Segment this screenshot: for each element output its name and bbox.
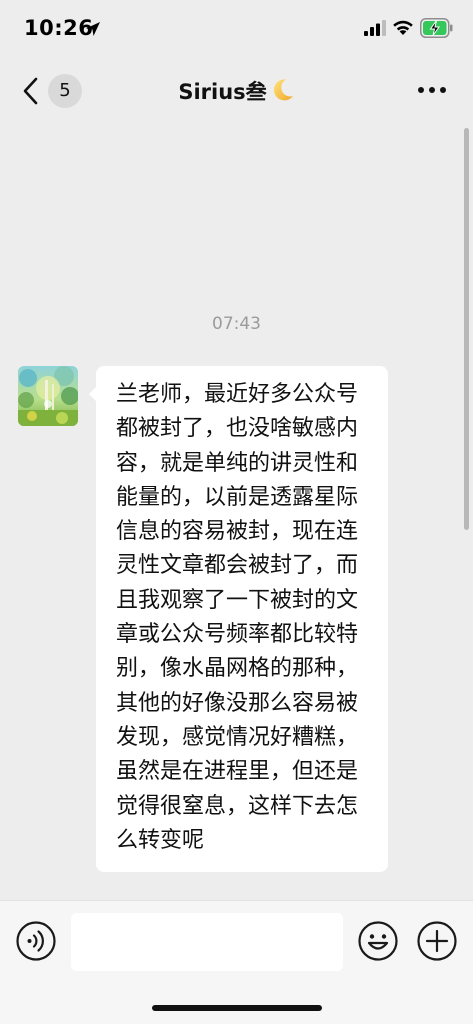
location-arrow-icon bbox=[86, 22, 100, 36]
wifi-icon bbox=[393, 20, 413, 35]
status-time: 10:26 bbox=[24, 16, 94, 40]
plus-more-icon[interactable] bbox=[417, 921, 457, 961]
chat-screen: 10:26 5 Sirius叁 07:43 兰老师，最近好多公众号都被封了，也没… bbox=[0, 0, 473, 1024]
message-input[interactable] bbox=[71, 913, 343, 971]
status-bar: 10:26 bbox=[0, 0, 473, 58]
voice-input-icon[interactable] bbox=[16, 921, 56, 961]
emoji-icon[interactable] bbox=[358, 921, 398, 961]
chat-title-text: Sirius叁 bbox=[178, 80, 267, 104]
nav-bar: 5 Sirius叁 bbox=[0, 58, 473, 124]
message-bubble[interactable]: 兰老师，最近好多公众号都被封了，也没啥敏感内容，就是单纯的讲灵性和能量的，以前是… bbox=[89, 366, 388, 873]
avatar[interactable] bbox=[18, 366, 78, 426]
crescent-moon-icon bbox=[273, 79, 293, 101]
home-indicator bbox=[152, 1005, 322, 1011]
chat-title: Sirius叁 bbox=[0, 76, 473, 106]
battery-charging-icon bbox=[420, 18, 453, 38]
message-timestamp: 07:43 bbox=[212, 314, 261, 334]
avatar-painting-image bbox=[18, 366, 78, 426]
cellular-signal-icon bbox=[364, 20, 386, 36]
input-bar bbox=[0, 900, 473, 1024]
more-options-icon[interactable] bbox=[417, 80, 447, 100]
